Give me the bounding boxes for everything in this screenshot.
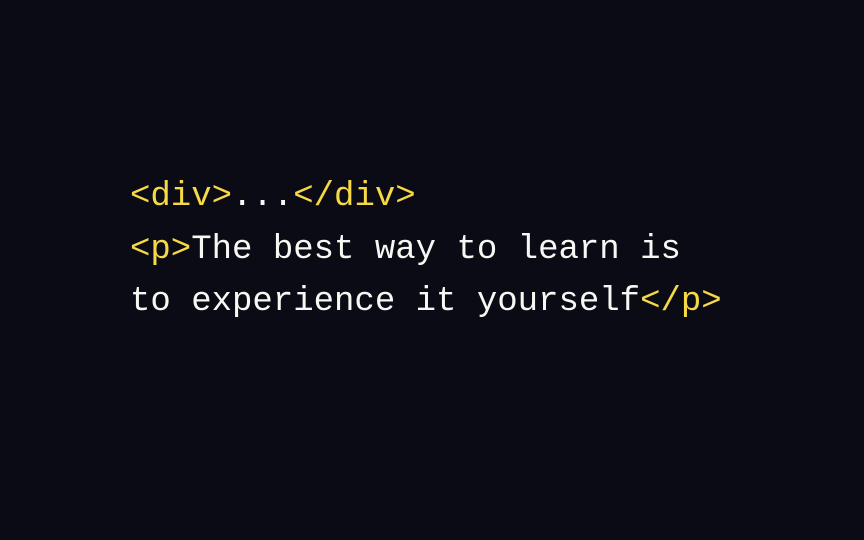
tag-open-p: <p> bbox=[130, 231, 191, 269]
code-snippet: <div>...</div> <p>The best way to learn … bbox=[0, 171, 864, 369]
tag-close-p: </p> bbox=[640, 283, 722, 321]
tag-open-div: <div> bbox=[130, 178, 232, 216]
tag-close-div: </div> bbox=[293, 178, 415, 216]
code-line-2: <p>The best way to learn is to experienc… bbox=[130, 224, 734, 329]
ellipsis-text: ... bbox=[232, 178, 293, 216]
paragraph-text: The best way to learn is to experience i… bbox=[130, 231, 701, 322]
code-line-1: <div>...</div> bbox=[130, 171, 734, 224]
